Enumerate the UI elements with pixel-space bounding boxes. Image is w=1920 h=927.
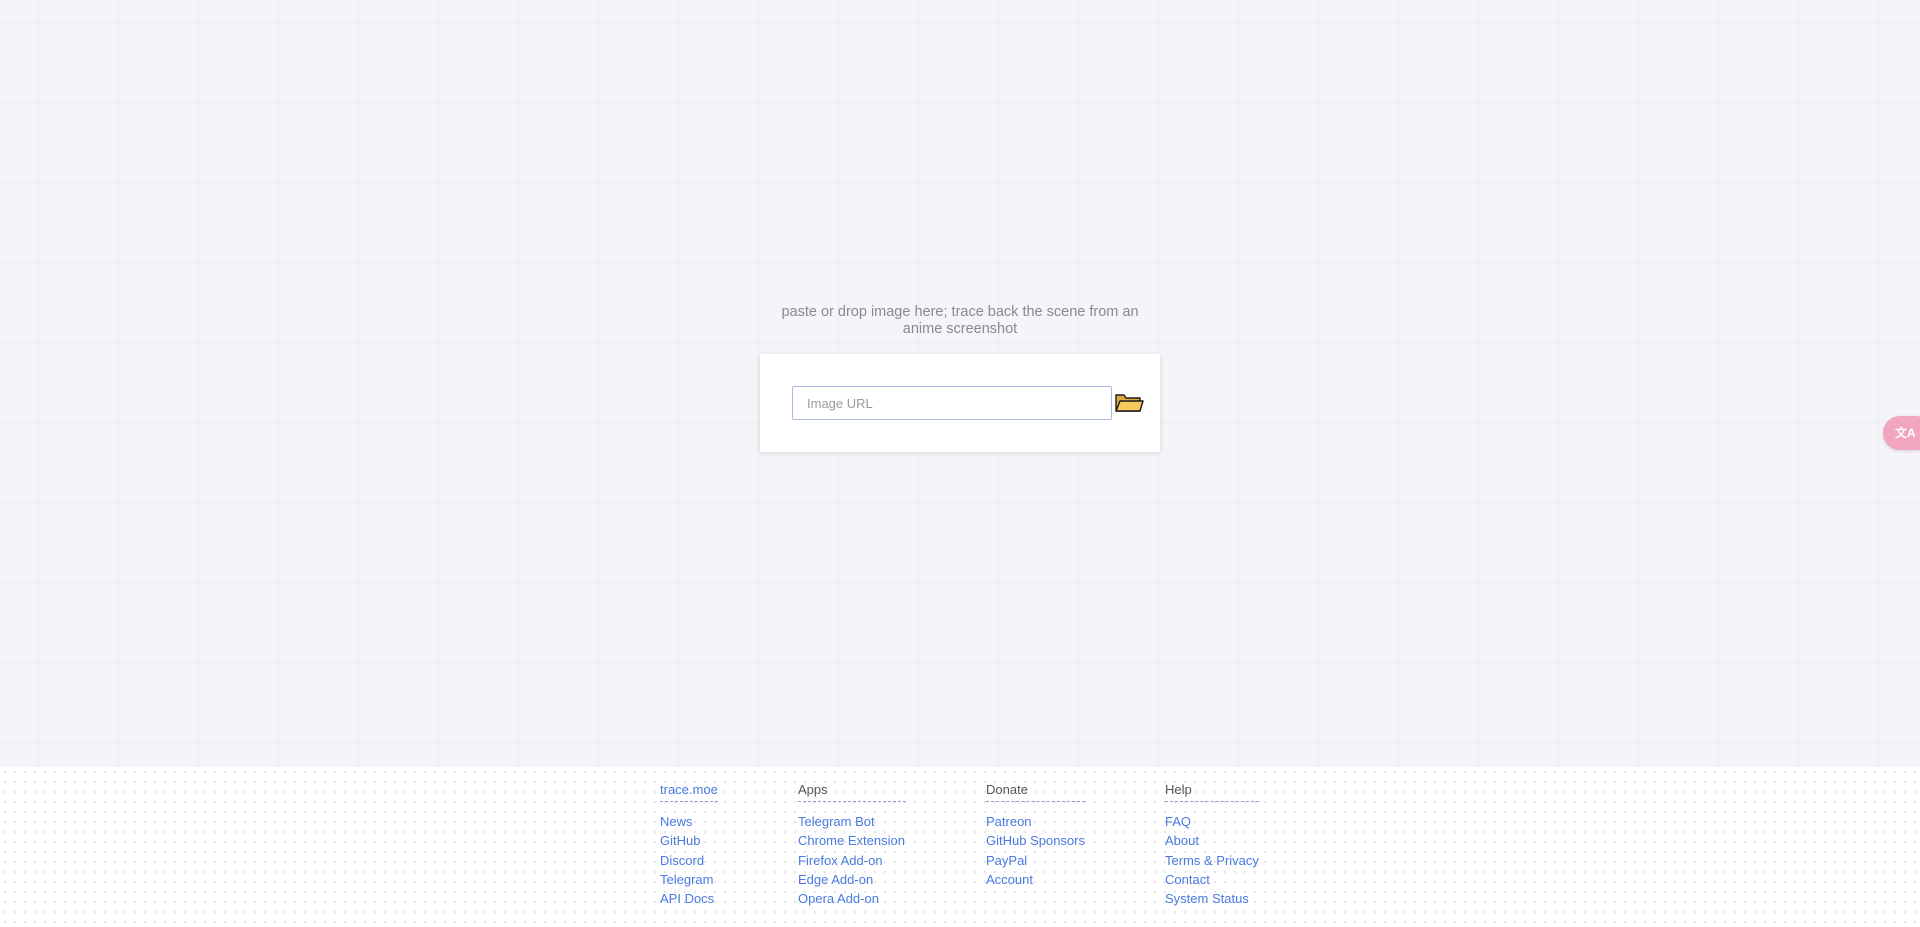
- footer-link-paypal[interactable]: PayPal: [986, 851, 1085, 870]
- footer-link-telegram[interactable]: Telegram: [660, 870, 718, 889]
- image-url-input[interactable]: [792, 386, 1112, 420]
- footer-column-help: Help FAQ About Terms & Privacy Contact S…: [1165, 781, 1259, 908]
- footer: trace.moe News GitHub Discord Telegram A…: [0, 767, 1920, 927]
- footer-link-terms-privacy[interactable]: Terms & Privacy: [1165, 851, 1259, 870]
- footer-link-api-docs[interactable]: API Docs: [660, 889, 718, 908]
- footer-link-about[interactable]: About: [1165, 831, 1259, 850]
- main-area[interactable]: paste or drop image here; trace back the…: [0, 0, 1920, 767]
- footer-column-donate: Donate Patreon GitHub Sponsors PayPal Ac…: [986, 781, 1085, 889]
- footer-link-contact[interactable]: Contact: [1165, 870, 1259, 889]
- footer-heading-trace-moe[interactable]: trace.moe: [660, 781, 718, 802]
- translate-icon-label: 文A: [1895, 426, 1916, 440]
- footer-link-github-sponsors[interactable]: GitHub Sponsors: [986, 831, 1085, 850]
- search-card: [760, 354, 1160, 452]
- folder-icon[interactable]: [1114, 389, 1144, 417]
- footer-link-firefox-addon[interactable]: Firefox Add-on: [798, 851, 906, 870]
- footer-link-telegram-bot[interactable]: Telegram Bot: [798, 812, 906, 831]
- footer-column-apps: Apps Telegram Bot Chrome Extension Firef…: [798, 781, 906, 908]
- footer-heading-apps: Apps: [798, 781, 906, 802]
- footer-link-opera-addon[interactable]: Opera Add-on: [798, 889, 906, 908]
- tagline: paste or drop image here; trace back the…: [781, 304, 1139, 337]
- footer-link-edge-addon[interactable]: Edge Add-on: [798, 870, 906, 889]
- footer-column-trace-moe: trace.moe News GitHub Discord Telegram A…: [660, 781, 718, 908]
- footer-link-account[interactable]: Account: [986, 870, 1085, 889]
- footer-link-chrome-extension[interactable]: Chrome Extension: [798, 831, 906, 850]
- footer-link-system-status[interactable]: System Status: [1165, 889, 1259, 908]
- footer-heading-donate: Donate: [986, 781, 1085, 802]
- translate-icon[interactable]: 文A: [1883, 416, 1920, 450]
- footer-link-discord[interactable]: Discord: [660, 851, 718, 870]
- footer-link-patreon[interactable]: Patreon: [986, 812, 1085, 831]
- footer-link-news[interactable]: News: [660, 812, 718, 831]
- footer-link-faq[interactable]: FAQ: [1165, 812, 1259, 831]
- footer-heading-help: Help: [1165, 781, 1259, 802]
- footer-link-github[interactable]: GitHub: [660, 831, 718, 850]
